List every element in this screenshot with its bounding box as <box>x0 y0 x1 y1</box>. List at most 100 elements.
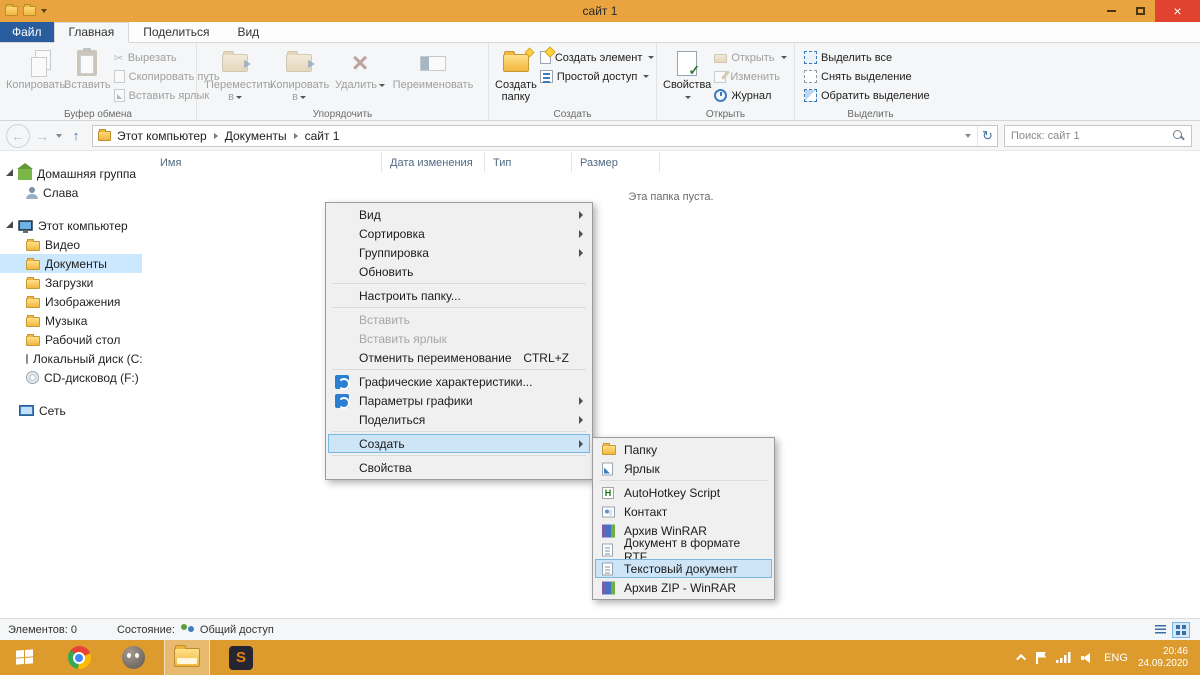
submenu-item-contact[interactable]: Контакт <box>595 502 772 521</box>
action-center-icon[interactable] <box>1036 651 1046 664</box>
copy-button[interactable]: Копировать <box>6 45 65 91</box>
menu-separator <box>332 283 586 284</box>
paste-button[interactable]: Вставить <box>64 45 111 91</box>
invert-selection-button[interactable]: Обратить выделение <box>801 86 933 105</box>
breadcrumb-current[interactable]: сайт 1 <box>299 129 346 143</box>
sidebar-item-videos[interactable]: Видео <box>0 235 142 254</box>
forward-button[interactable]: → <box>30 124 54 148</box>
minimize-button[interactable] <box>1097 0 1126 22</box>
rtf-document-icon <box>602 543 613 556</box>
menu-item-customize-folder[interactable]: Настроить папку... <box>328 286 590 305</box>
sidebar-item-desktop[interactable]: Рабочий стол <box>0 330 142 349</box>
submenu-item-text-document[interactable]: Текстовый документ <box>595 559 772 578</box>
menu-item-refresh[interactable]: Обновить <box>328 262 590 281</box>
qat-dropdown-icon[interactable] <box>41 9 47 13</box>
expand-arrow-icon[interactable] <box>6 169 13 176</box>
winrar-icon <box>602 524 615 537</box>
column-header-size[interactable]: Размер <box>572 152 660 173</box>
refresh-button[interactable] <box>977 125 997 146</box>
submenu-item-folder[interactable]: Папку <box>595 440 772 459</box>
hidden-icons-chevron-icon[interactable] <box>1016 653 1027 664</box>
quick-access-toolbar <box>0 0 47 22</box>
network-signal-icon[interactable] <box>1056 652 1072 663</box>
submenu-item-autohotkey[interactable]: AutoHotkey Script <box>595 483 772 502</box>
column-header-type[interactable]: Тип <box>485 152 572 173</box>
address-dropdown-button[interactable] <box>959 126 977 146</box>
up-button[interactable]: ↑ <box>64 124 88 148</box>
details-view-button[interactable] <box>1151 622 1169 638</box>
new-folder-button[interactable]: Создать папку <box>495 45 537 103</box>
empty-folder-message: Эта папка пуста. <box>628 191 714 203</box>
breadcrumb[interactable]: Этот компьютер Документы сайт 1 <box>92 124 998 147</box>
sidebar-item-downloads[interactable]: Загрузки <box>0 273 142 292</box>
submenu-item-zip-archive[interactable]: Архив ZIP - WinRAR <box>595 578 772 597</box>
tab-view[interactable]: Вид <box>223 22 273 42</box>
breadcrumb-documents[interactable]: Документы <box>219 129 293 143</box>
easy-access-button[interactable]: Простой доступ <box>537 67 658 86</box>
menu-item-view[interactable]: Вид <box>328 205 590 224</box>
copy-to-button[interactable]: Копировать в <box>267 45 331 103</box>
sidebar-item-local-disk[interactable]: Локальный диск (C: <box>0 349 142 368</box>
open-button[interactable]: Открыть <box>711 48 789 67</box>
select-all-button[interactable]: Выделить все <box>801 48 933 67</box>
sidebar-item-user[interactable]: Слава <box>0 183 142 202</box>
language-indicator[interactable]: ENG <box>1104 652 1128 664</box>
select-none-button[interactable]: Снять выделение <box>801 67 933 86</box>
volume-icon[interactable] <box>1081 652 1094 664</box>
qat-folder-icon[interactable] <box>23 4 36 16</box>
sidebar-item-cd-drive[interactable]: CD-дисковод (F:) <box>0 368 142 387</box>
folder-icon <box>602 442 616 455</box>
taskbar-chrome[interactable] <box>56 640 102 675</box>
recent-locations-icon[interactable] <box>56 133 62 138</box>
taskbar-clock[interactable]: 20:46 24.09.2020 <box>1138 646 1192 670</box>
sidebar-item-music[interactable]: Музыка <box>0 311 142 330</box>
tab-share[interactable]: Поделиться <box>129 22 223 42</box>
tab-home[interactable]: Главная <box>53 22 130 43</box>
sidebar-item-this-pc[interactable]: Этот компьютер <box>0 216 142 235</box>
start-button[interactable] <box>0 640 48 675</box>
menu-item-group[interactable]: Группировка <box>328 243 590 262</box>
history-button[interactable]: Журнал <box>711 86 789 105</box>
expand-arrow-icon[interactable] <box>6 221 13 228</box>
menu-item-graphics-options[interactable]: Параметры графики <box>328 391 590 410</box>
maximize-button[interactable] <box>1126 0 1155 22</box>
breadcrumb-separator-icon[interactable] <box>293 132 298 139</box>
properties-button[interactable]: Свойства <box>663 45 711 103</box>
submenu-item-rtf-document[interactable]: Документ в формате RTF <box>595 536 772 564</box>
sharing-icon <box>180 624 195 635</box>
menu-item-new[interactable]: Создать <box>328 434 590 453</box>
clock-date: 24.09.2020 <box>1137 657 1188 669</box>
rename-button[interactable]: Переименовать <box>389 45 477 91</box>
edit-button[interactable]: Изменить <box>711 67 789 86</box>
close-button[interactable] <box>1155 0 1200 22</box>
sidebar-item-homegroup[interactable]: Домашняя группа <box>0 163 142 183</box>
sidebar-item-documents[interactable]: Документы <box>0 254 142 273</box>
sidebar-item-network[interactable]: Сеть <box>0 401 142 420</box>
column-header-date[interactable]: Дата изменения <box>382 152 485 173</box>
icons-view-button[interactable] <box>1172 621 1190 638</box>
menu-item-share[interactable]: Поделиться <box>328 410 590 429</box>
taskbar-gimp[interactable] <box>110 640 156 675</box>
new-item-button[interactable]: Создать элемент <box>537 48 658 67</box>
back-button[interactable]: ← <box>6 123 30 148</box>
breadcrumb-this-pc[interactable]: Этот компьютер <box>111 129 213 143</box>
search-input[interactable] <box>1005 129 1172 142</box>
tab-file[interactable]: Файл <box>0 22 54 42</box>
search-icon[interactable] <box>1172 129 1185 142</box>
delete-button[interactable]: Удалить <box>331 45 389 91</box>
taskbar-explorer[interactable] <box>164 640 210 675</box>
menu-item-sort[interactable]: Сортировка <box>328 224 590 243</box>
breadcrumb-separator-icon[interactable] <box>213 132 218 139</box>
column-header-name[interactable]: Имя <box>142 152 382 173</box>
menu-separator <box>332 431 586 432</box>
submenu-item-shortcut[interactable]: Ярлык <box>595 459 772 478</box>
taskbar-sublime[interactable] <box>218 640 264 675</box>
menu-item-graphics-properties[interactable]: Графические характеристики... <box>328 372 590 391</box>
menu-item-paste-shortcut[interactable]: Вставить ярлык <box>328 329 590 348</box>
menu-item-paste[interactable]: Вставить <box>328 310 590 329</box>
open-icon <box>714 54 728 63</box>
move-to-button[interactable]: Переместить в <box>203 45 273 103</box>
sidebar-item-pictures[interactable]: Изображения <box>0 292 142 311</box>
menu-item-undo-rename[interactable]: Отменить переименование CTRL+Z <box>328 348 590 367</box>
menu-item-properties[interactable]: Свойства <box>328 458 590 477</box>
